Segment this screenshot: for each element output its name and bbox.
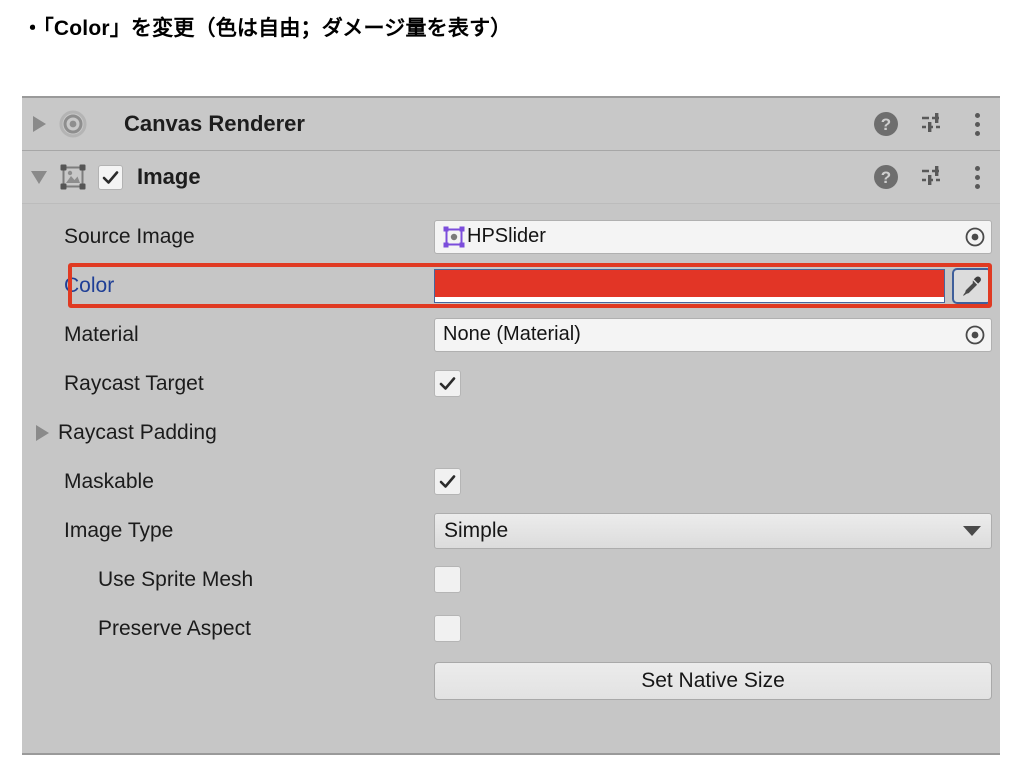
set-native-size-button[interactable]: Set Native Size <box>434 662 992 700</box>
preset-settings-icon[interactable] <box>920 110 946 139</box>
property-label-use-sprite-mesh: Use Sprite Mesh <box>98 567 254 591</box>
object-picker-icon[interactable] <box>963 225 987 249</box>
color-swatch-field[interactable] <box>434 268 945 303</box>
raycast-target-checkbox[interactable] <box>434 370 461 397</box>
property-field-source-image: HPSlider <box>434 219 992 254</box>
eyedropper-button[interactable] <box>952 267 992 304</box>
maskable-checkbox[interactable] <box>434 468 461 495</box>
property-row-use-sprite-mesh: Use Sprite Mesh <box>22 555 1000 604</box>
canvas-renderer-icon <box>58 109 88 139</box>
source-image-value: HPSlider <box>467 225 546 247</box>
component-header-canvas-renderer[interactable]: Canvas Renderer ? <box>22 98 1000 151</box>
panel-bottom-spacer <box>22 709 1000 739</box>
property-label-material: Material <box>64 322 139 346</box>
property-row-maskable: Maskable <box>22 457 1000 506</box>
property-field-raycast-target <box>434 370 992 397</box>
component-enable-checkbox[interactable] <box>98 164 123 190</box>
inspector-panel: Canvas Renderer ? Image ? Source Image H… <box>22 96 1000 755</box>
help-icon[interactable]: ? <box>874 165 898 189</box>
color-swatch <box>435 269 944 297</box>
property-row-set-native-size: Set Native Size <box>22 653 1000 709</box>
chevron-down-icon <box>963 525 981 536</box>
foldout-image[interactable] <box>22 170 56 184</box>
foldout-canvas-renderer[interactable] <box>22 116 56 132</box>
property-row-source-image: Source Image HPSlider <box>22 212 1000 261</box>
preserve-aspect-checkbox[interactable] <box>434 615 461 642</box>
chevron-down-icon <box>31 170 47 184</box>
header-tools-canvas-renderer: ? <box>874 98 986 150</box>
property-row-image-type: Image Type Simple <box>22 506 1000 555</box>
header-tools-image: ? <box>874 151 986 203</box>
source-image-object-field[interactable]: HPSlider <box>434 219 992 254</box>
sprite-icon <box>443 226 465 248</box>
property-label-raycast-padding: Raycast Padding <box>58 420 217 444</box>
chevron-right-icon[interactable] <box>36 424 49 441</box>
component-title-image: Image <box>137 164 201 189</box>
preset-settings-icon[interactable] <box>920 163 946 192</box>
use-sprite-mesh-checkbox[interactable] <box>434 566 461 593</box>
image-type-dropdown[interactable]: Simple <box>434 512 992 549</box>
property-label-raycast-padding-wrap: Raycast Padding <box>22 421 412 445</box>
component-header-image[interactable]: Image ? <box>22 151 1000 204</box>
image-component-icon <box>58 162 88 192</box>
property-label-image-type: Image Type <box>64 518 174 542</box>
help-icon[interactable]: ? <box>874 112 898 136</box>
property-label-preserve-aspect: Preserve Aspect <box>98 616 251 640</box>
property-field-material: None (Material) <box>434 317 992 352</box>
more-menu-icon[interactable] <box>968 112 986 136</box>
more-menu-icon[interactable] <box>968 165 986 189</box>
property-field-preserve-aspect <box>434 615 992 642</box>
property-row-raycast-padding[interactable]: Raycast Padding <box>22 408 1000 457</box>
property-row-material: Material None (Material) <box>22 310 1000 359</box>
property-label-color: Color <box>64 273 115 297</box>
property-label-source-image: Source Image <box>64 224 195 248</box>
object-picker-icon[interactable] <box>963 323 987 347</box>
image-properties: Source Image HPSlider Color Material Non… <box>22 204 1000 753</box>
property-field-color <box>434 267 992 304</box>
property-field-image-type: Simple <box>434 512 992 549</box>
component-title-canvas-renderer: Canvas Renderer <box>124 111 305 136</box>
property-row-color: Color <box>22 261 1000 310</box>
image-type-value: Simple <box>444 518 509 542</box>
property-field-use-sprite-mesh <box>434 566 992 593</box>
page-title: ・「Color」を変更（色は自由；ダメージ量を表す） <box>22 17 512 40</box>
material-object-field[interactable]: None (Material) <box>434 317 992 352</box>
property-label-maskable: Maskable <box>64 469 154 493</box>
color-alpha-bar <box>435 296 944 302</box>
property-label-raycast-target: Raycast Target <box>64 371 204 395</box>
chevron-right-icon <box>32 116 46 132</box>
property-field-maskable <box>434 468 992 495</box>
material-value: None (Material) <box>443 323 581 345</box>
property-row-raycast-target: Raycast Target <box>22 359 1000 408</box>
property-row-preserve-aspect: Preserve Aspect <box>22 604 1000 653</box>
